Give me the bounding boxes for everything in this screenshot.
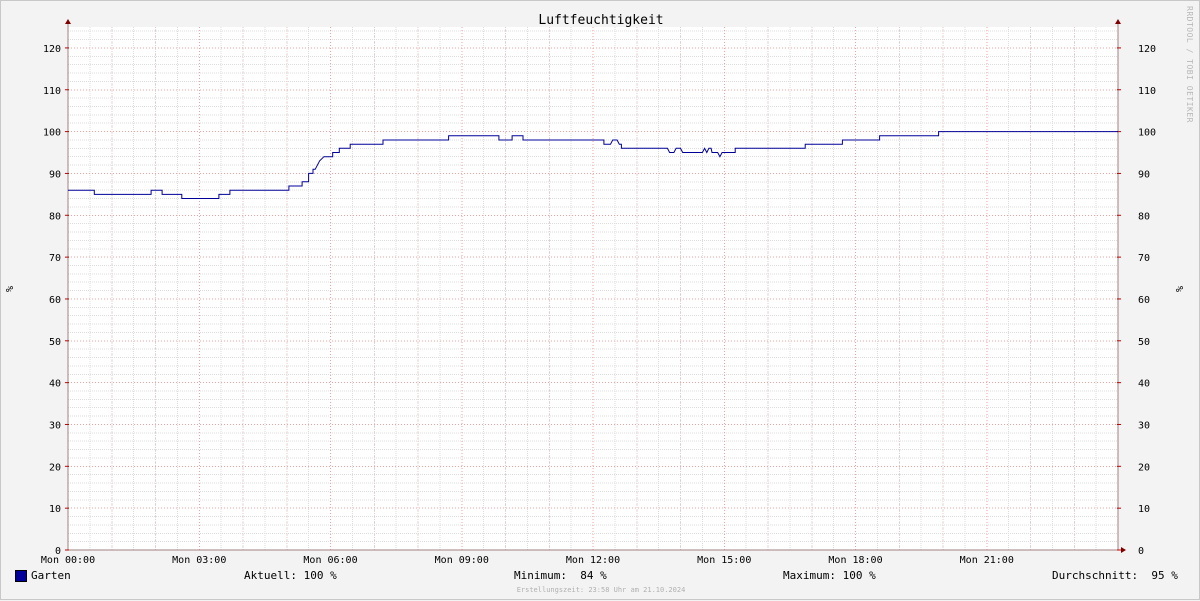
y-tick-label: 120: [1138, 44, 1156, 55]
x-axis-arrow: [1121, 547, 1126, 553]
y-tick-label: 30: [49, 420, 61, 431]
y-tick-label: 0: [1138, 546, 1144, 557]
y-tick-label: 90: [1138, 169, 1150, 180]
chart-svg: Luftfeuchtigkeit 0 10 20 30 40 50 60 70 80 90 100 1…: [5, 13, 1186, 566]
y-tick-label: 30: [1138, 420, 1150, 431]
y-tick-label: 40: [1138, 379, 1150, 390]
y-tick-label: 100: [1138, 128, 1156, 139]
legend: Garten Aktuell: 100 % Minimum: 84 % Maxi…: [1, 568, 1200, 586]
y-tick-label: 80: [49, 211, 61, 222]
y-tick-label: 20: [1138, 462, 1150, 473]
legend-series-name: Garten: [31, 569, 71, 582]
y-tick-label: 10: [1138, 504, 1150, 515]
y-tick-label: 90: [49, 169, 61, 180]
y-tick-labels-right: 0 10 20 30 40 50 60 70 80 90 100 110 120: [1138, 44, 1156, 557]
y-tick-label: 100: [43, 128, 61, 139]
y-tick-label: 120: [43, 44, 61, 55]
x-tick-label: Mon 03:00: [172, 555, 226, 566]
x-tick-label: Mon 09:00: [435, 555, 489, 566]
y-tick-label: 10: [49, 504, 61, 515]
y-tick-label: 20: [49, 462, 61, 473]
x-tick-label: Mon 21:00: [960, 555, 1014, 566]
y-tick-label: 60: [1138, 295, 1150, 306]
y-tick-label: 110: [1138, 86, 1156, 97]
y-tick-label: 110: [43, 86, 61, 97]
y-tick-label: 70: [49, 253, 61, 264]
y-tick-label: 60: [49, 295, 61, 306]
chart-frame: Luftfeuchtigkeit 0 10 20 30 40 50 60 70 80 90 100 1…: [0, 0, 1200, 600]
y-tick-label: 50: [1138, 337, 1150, 348]
x-tick-label: Mon 18:00: [828, 555, 882, 566]
y-axis-label-right: %: [1175, 286, 1186, 292]
y-tick-label: 70: [1138, 253, 1150, 264]
x-tick-label: Mon 00:00: [41, 555, 95, 566]
legend-color-swatch: [15, 570, 27, 582]
legend-maximum: Maximum: 100 %: [783, 569, 876, 582]
x-tick-label: Mon 15:00: [697, 555, 751, 566]
x-tick-label: Mon 06:00: [303, 555, 357, 566]
chart-title: Luftfeuchtigkeit: [538, 13, 663, 28]
x-tick-labels: Mon 00:00 Mon 03:00 Mon 06:00 Mon 09:00 Mon …: [41, 555, 1014, 566]
y-axis-arrow-left: [65, 19, 71, 24]
y-axis-label-left: %: [5, 286, 16, 292]
x-tick-label: Mon 12:00: [566, 555, 620, 566]
legend-current: Aktuell: 100 %: [244, 569, 337, 582]
y-tick-label: 50: [49, 337, 61, 348]
y-tick-label: 80: [1138, 211, 1150, 222]
creation-timestamp: Erstellungszeit: 23:58 Uhr am 21.10.2024: [516, 586, 686, 594]
legend-minimum: Minimum: 84 %: [514, 569, 607, 582]
legend-average: Durchschnitt: 95 %: [1052, 569, 1178, 582]
y-tick-label: 40: [49, 379, 61, 390]
y-tick-labels-left: 0102030405060708090100110120: [43, 44, 61, 557]
y-axis-arrow-right: [1115, 19, 1121, 24]
rrdtool-watermark: RRDTOOL / TOBI OETIKER: [1185, 6, 1194, 123]
